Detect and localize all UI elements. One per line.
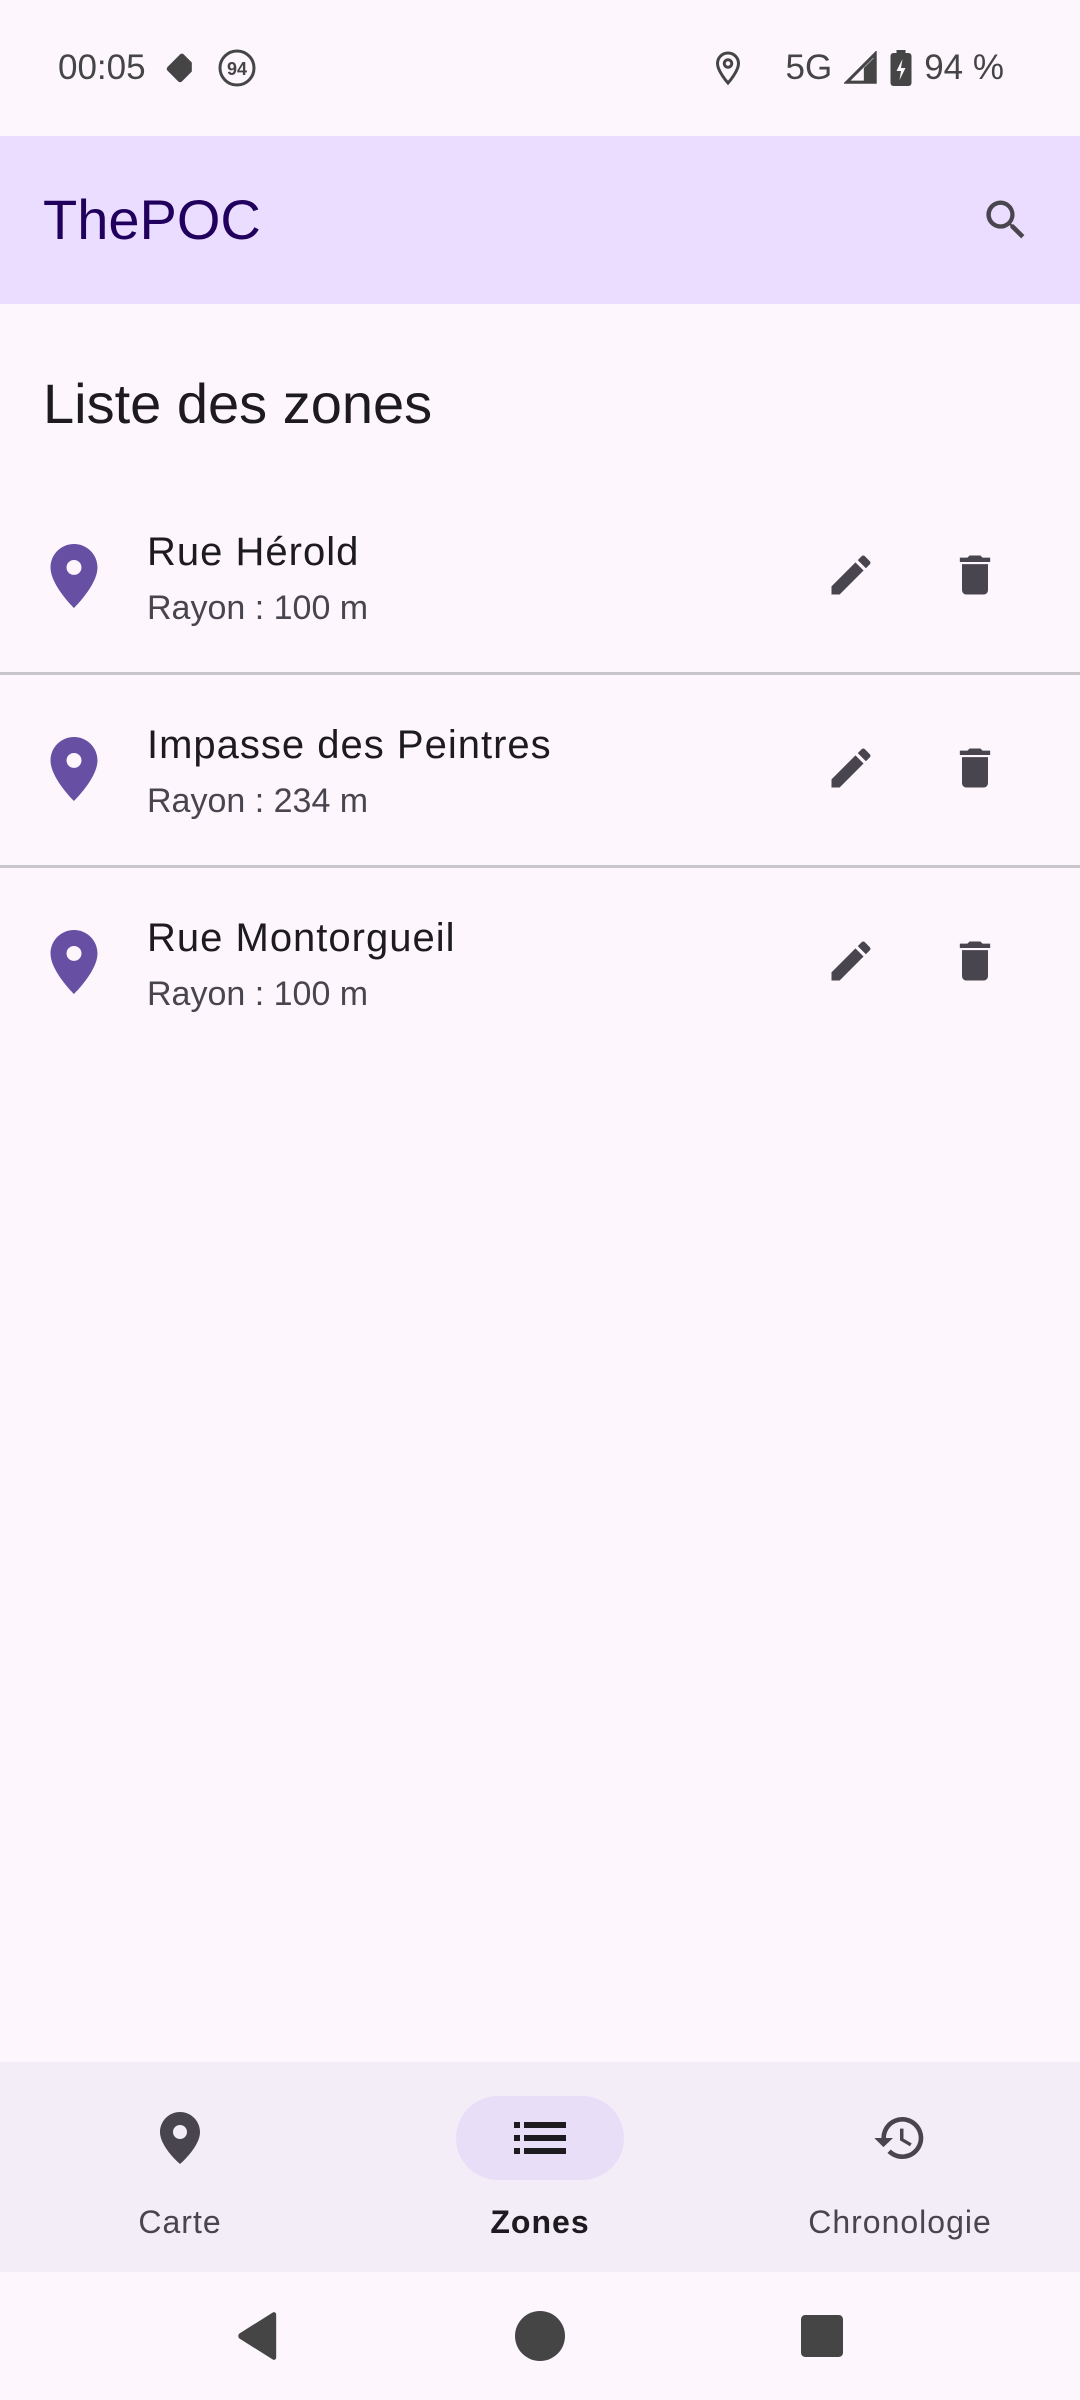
edit-zone-button[interactable] [808,918,894,1004]
back-triangle-icon [238,2312,277,2360]
network-type: 5G [785,48,833,87]
delete-zone-button[interactable] [932,918,1018,1004]
zone-list-item[interactable]: Impasse des Peintres Rayon : 234 m [0,675,1080,868]
zone-radius: Rayon : 234 m [147,782,369,820]
nav-label: Carte [138,2204,222,2240]
recents-button[interactable] [782,2296,862,2376]
nav-indicator-active [456,2096,624,2180]
list-icon [514,2122,566,2154]
zone-radius: Rayon : 100 m [147,975,369,1013]
battery-percent: 94 % [924,48,1004,87]
nav-label: Chronologie [808,2204,992,2240]
trash-icon [959,555,991,595]
bottom-navigation: Carte Zones Chronologie [0,2062,1080,2272]
nav-indicator [816,2096,984,2180]
trash-icon [959,748,991,788]
pencil-icon [831,748,871,788]
back-button[interactable] [218,2296,298,2376]
top-app-bar: ThePOC [0,136,1080,304]
pencil-icon [831,555,871,595]
zone-radius: Rayon : 100 m [147,589,369,627]
zone-list-item[interactable]: Rue Montorgueil Rayon : 100 m [0,868,1080,1058]
status-time: 00:05 [58,48,146,87]
status-right: 5G 94 % [710,44,1004,92]
nav-item-zones[interactable]: Zones [360,2062,720,2272]
nav-label: Zones [490,2204,590,2240]
app-title: ThePOC [43,188,261,251]
pencil-icon [831,941,871,981]
zone-list-item[interactable]: Rue Hérold Rayon : 100 m [0,482,1080,675]
delete-zone-button[interactable] [932,725,1018,811]
system-navigation-bar [0,2272,1080,2400]
status-bar: 00:05 94 5G 94 % [0,0,1080,136]
search-icon [986,200,1025,239]
badge-number: 94 [227,59,247,79]
nav-item-chronologie[interactable]: Chronologie [720,2062,1080,2272]
battery-icon [890,50,912,86]
search-button[interactable] [966,180,1046,260]
location-pin-icon [50,544,98,608]
map-pin-icon [160,2112,200,2164]
location-icon [710,48,746,88]
delete-zone-button[interactable] [932,532,1018,618]
sim-card-icon [164,51,198,85]
location-pin-icon [50,930,98,994]
zone-name: Rue Hérold [147,530,360,574]
zone-name: Rue Montorgueil [147,916,456,960]
home-button[interactable] [500,2296,580,2376]
location-pin-icon [50,737,98,801]
recents-square-icon [801,2315,843,2357]
home-circle-icon [515,2311,565,2361]
nav-indicator [96,2096,264,2180]
edit-zone-button[interactable] [808,725,894,811]
page-title: Liste des zones [43,372,433,435]
history-icon [874,2117,924,2159]
zone-list: Rue Hérold Rayon : 100 m Impasse des Pei… [0,482,1080,1058]
trash-icon [959,941,991,981]
status-left: 00:05 94 [58,44,258,92]
signal-icon [844,51,878,85]
badge-circle-icon: 94 [216,47,258,89]
zone-name: Impasse des Peintres [147,723,552,767]
nav-item-carte[interactable]: Carte [0,2062,360,2272]
edit-zone-button[interactable] [808,532,894,618]
